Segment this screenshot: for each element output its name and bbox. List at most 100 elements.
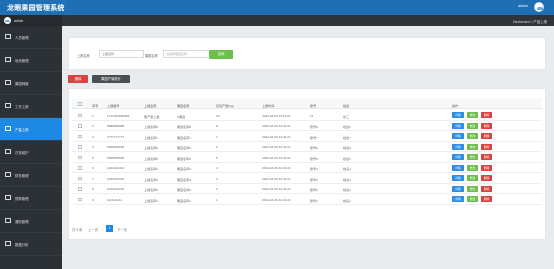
breadcrumb: Dashboard > 产量上报: [512, 19, 547, 24]
table-cell: 姓名2: [343, 188, 351, 192]
row-delete-button[interactable]: 删除: [481, 175, 492, 181]
column-header: 果园名称: [177, 103, 190, 108]
table-cell: 1: [92, 113, 94, 118]
row-detail-button[interactable]: 详情: [452, 122, 464, 129]
sidebar-item-3[interactable]: 果园种植: [0, 72, 62, 95]
orchard-yield-stats-button[interactable]: 果园产量统计: [92, 75, 130, 83]
sidebar-item-label: 果园种植: [15, 81, 29, 86]
table-cell: 账号4: [310, 167, 318, 171]
sidebar-item-4[interactable]: 工作上报: [0, 95, 62, 118]
table-cell: 6: [92, 166, 94, 170]
row-edit-button[interactable]: 修改: [467, 196, 478, 202]
breadcrumb-bar: Dashboard > 产量上报: [62, 15, 554, 26]
table-cell: 姓名4: [343, 167, 351, 171]
table-cell: 3333333333: [107, 176, 125, 181]
table-cell: 2: [92, 124, 94, 128]
sidebar-item-9[interactable]: 通知管理: [0, 210, 62, 233]
sidebar-item-label: 财务管理: [15, 173, 29, 178]
row-detail-button[interactable]: 详情: [452, 154, 464, 160]
sidebar: admin 人员管理 地块管理 果园种植 工作上报 产量上报 日常维护 财务管理 预算管理 通知…: [0, 15, 62, 269]
row-detail-button[interactable]: 详情: [452, 185, 464, 192]
row-delete-button[interactable]: 删除: [481, 185, 492, 192]
row-detail-button[interactable]: 详情: [452, 143, 464, 150]
sidebar-item-7[interactable]: 财务管理: [0, 164, 62, 187]
orchard-name-select[interactable]: 请选择果园名称: [163, 50, 213, 59]
row-checkbox[interactable]: [78, 124, 82, 128]
table-cell: 2: [216, 187, 218, 191]
row-delete-button[interactable]: 删除: [481, 164, 492, 171]
row-delete-button[interactable]: 删除: [481, 196, 492, 202]
sidebar-item-2[interactable]: 地块管理: [0, 49, 62, 72]
report-name-label: 上报名称: [77, 54, 90, 58]
column-header: 序号: [92, 103, 99, 108]
row-edit-button[interactable]: 修改: [467, 185, 478, 192]
search-button[interactable]: 查询: [209, 50, 233, 59]
table-cell: 1712381860959: [107, 113, 130, 118]
row-detail-button[interactable]: 详情: [452, 164, 464, 171]
table-cell: 上报名称5: [144, 156, 159, 161]
row-checkbox[interactable]: [78, 166, 82, 170]
sidebar-item-10[interactable]: 数据分析: [0, 233, 62, 256]
table-cell: 8888888888: [107, 124, 125, 128]
row-detail-button[interactable]: 详情: [452, 112, 464, 118]
row-checkbox[interactable]: [78, 187, 82, 191]
row-delete-button[interactable]: 删除: [481, 122, 492, 129]
row-delete-button[interactable]: 删除: [481, 133, 492, 139]
table-cell: 姓名5: [343, 156, 351, 161]
sidebar-item-5[interactable]: 产量上报: [0, 118, 62, 141]
table-cell: 6: [216, 145, 218, 149]
table-cell: 账号2: [310, 188, 318, 192]
table-cell: 1: [216, 197, 218, 202]
row-checkbox[interactable]: [78, 176, 82, 180]
pagination-total: 共 9 条: [72, 228, 83, 232]
table-cell: 2024-04-05 15:11:22: [262, 113, 291, 118]
row-edit-button[interactable]: 修改: [467, 175, 478, 181]
table-cell: 6666666666: [107, 145, 125, 149]
row-delete-button[interactable]: 删除: [481, 154, 492, 160]
table-cell: 2024-04-05 14:44:21: [262, 134, 291, 139]
sidebar-item-1[interactable]: 人员管理: [0, 26, 62, 49]
table-cell: 账号6: [310, 146, 318, 150]
sidebar-item-label: 通知管理: [15, 219, 29, 224]
row-edit-button[interactable]: 修改: [467, 164, 478, 171]
pagination-prev[interactable]: 上一页: [88, 227, 98, 232]
row-delete-button[interactable]: 删除: [481, 112, 492, 118]
sidebar-item-8[interactable]: 预算管理: [0, 187, 62, 210]
pagination-current[interactable]: 1: [106, 225, 113, 232]
top-username[interactable]: admin: [518, 4, 528, 8]
sidebar-item-6[interactable]: 日常维护: [0, 141, 62, 164]
analytics-icon: [5, 241, 11, 246]
row-detail-button[interactable]: 详情: [452, 175, 464, 181]
table-cell: 7777777777: [107, 134, 125, 139]
row-checkbox[interactable]: [78, 145, 82, 149]
row-edit-button[interactable]: 修改: [467, 122, 478, 129]
table-cell: 2024-04-05 14:44:21: [262, 124, 291, 128]
orchard-name-label: 果园名称: [145, 54, 158, 58]
table-cell: 3: [216, 176, 218, 181]
bulk-delete-button[interactable]: 删除: [68, 75, 88, 83]
pagination-next[interactable]: 下一页: [117, 227, 127, 232]
row-edit-button[interactable]: 修改: [467, 154, 478, 160]
row-detail-button[interactable]: 详情: [452, 196, 464, 202]
table-cell: 11: [310, 113, 314, 118]
row-checkbox[interactable]: [78, 113, 82, 117]
table-cell: 2222222222: [107, 187, 125, 191]
user-avatar[interactable]: [534, 2, 544, 12]
table-cell: 3: [92, 134, 94, 139]
row-edit-button[interactable]: 修改: [467, 133, 478, 139]
row-edit-button[interactable]: 修改: [467, 143, 478, 150]
table-cell: 账号1: [310, 198, 318, 203]
table-cell: 40: [216, 113, 220, 118]
row-checkbox[interactable]: [78, 155, 82, 159]
chart-icon: [5, 172, 11, 177]
row-delete-button[interactable]: 删除: [481, 143, 492, 150]
report-name-input[interactable]: [99, 50, 144, 58]
select-all-checkbox[interactable]: [78, 102, 82, 106]
table-cell: 7: [216, 134, 218, 139]
row-checkbox[interactable]: [78, 197, 82, 201]
column-header: 操作: [452, 103, 459, 108]
table-cell: 上报名称1: [144, 198, 159, 203]
row-checkbox[interactable]: [78, 134, 82, 138]
row-edit-button[interactable]: 修改: [467, 112, 478, 118]
row-detail-button[interactable]: 详情: [452, 133, 464, 139]
